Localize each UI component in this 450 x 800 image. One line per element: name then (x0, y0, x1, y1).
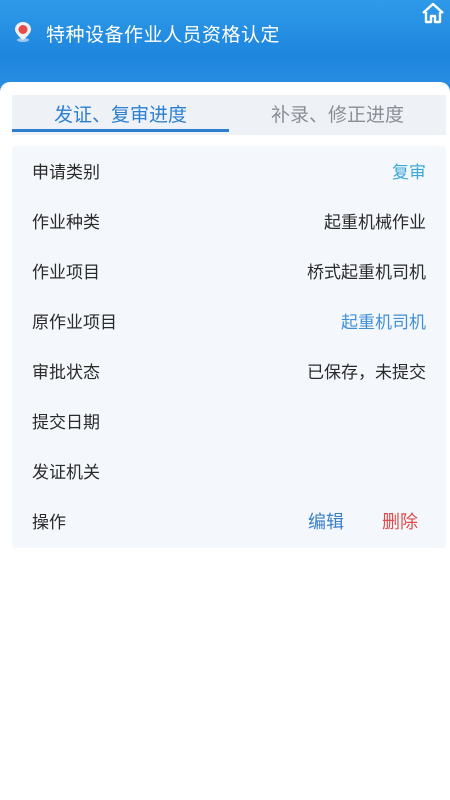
tab-supplement-correction-progress[interactable]: 补录、修正进度 (229, 95, 446, 135)
application-record-card: 申请类别 复审 作业种类 起重机械作业 作业项目 桥式起重机司机 原作业项目 起… (12, 146, 446, 548)
location-pin-icon (15, 22, 31, 42)
delete-button[interactable]: 删除 (382, 508, 418, 534)
row-submit-date: 提交日期 (12, 396, 446, 446)
operations-label: 操作 (32, 513, 66, 533)
application-type-value: 复审 (392, 163, 426, 183)
work-category-value: 起重机械作业 (324, 213, 426, 233)
page-title: 特种设备作业人员资格认定 (46, 24, 281, 46)
row-work-category: 作业种类 起重机械作业 (12, 196, 446, 246)
submit-date-label: 提交日期 (32, 413, 100, 433)
edit-button[interactable]: 编辑 (308, 508, 344, 534)
original-work-item-value: 起重机司机 (341, 313, 426, 333)
issuing-authority-label: 发证机关 (32, 463, 100, 483)
active-tab-indicator (12, 129, 229, 132)
home-icon[interactable] (420, 2, 446, 24)
row-original-work-item: 原作业项目 起重机司机 (12, 296, 446, 346)
row-operations: 操作 编辑 删除 (12, 496, 446, 546)
row-approval-status: 审批状态 已保存，未提交 (12, 346, 446, 396)
row-work-item: 作业项目 桥式起重机司机 (12, 246, 446, 296)
work-item-label: 作业项目 (32, 263, 100, 283)
row-issuing-authority: 发证机关 (12, 446, 446, 496)
app-header: 特种设备作业人员资格认定 (0, 0, 450, 92)
work-item-value: 桥式起重机司机 (307, 263, 426, 283)
row-application-type: 申请类别 复审 (12, 146, 446, 196)
approval-status-value: 已保存，未提交 (307, 363, 426, 383)
original-work-item-label: 原作业项目 (32, 313, 117, 333)
work-category-label: 作业种类 (32, 213, 100, 233)
approval-status-label: 审批状态 (32, 363, 100, 383)
application-type-label: 申请类别 (32, 163, 100, 183)
